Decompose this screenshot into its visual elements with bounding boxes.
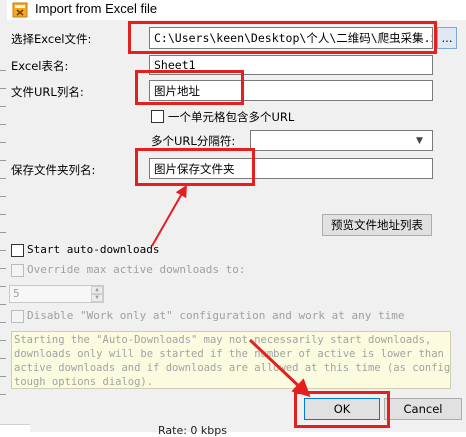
- arrow-to-folder-column: [151, 184, 187, 247]
- annotation-arrows: [151, 184, 311, 398]
- arrow-to-ok-button: [248, 338, 311, 398]
